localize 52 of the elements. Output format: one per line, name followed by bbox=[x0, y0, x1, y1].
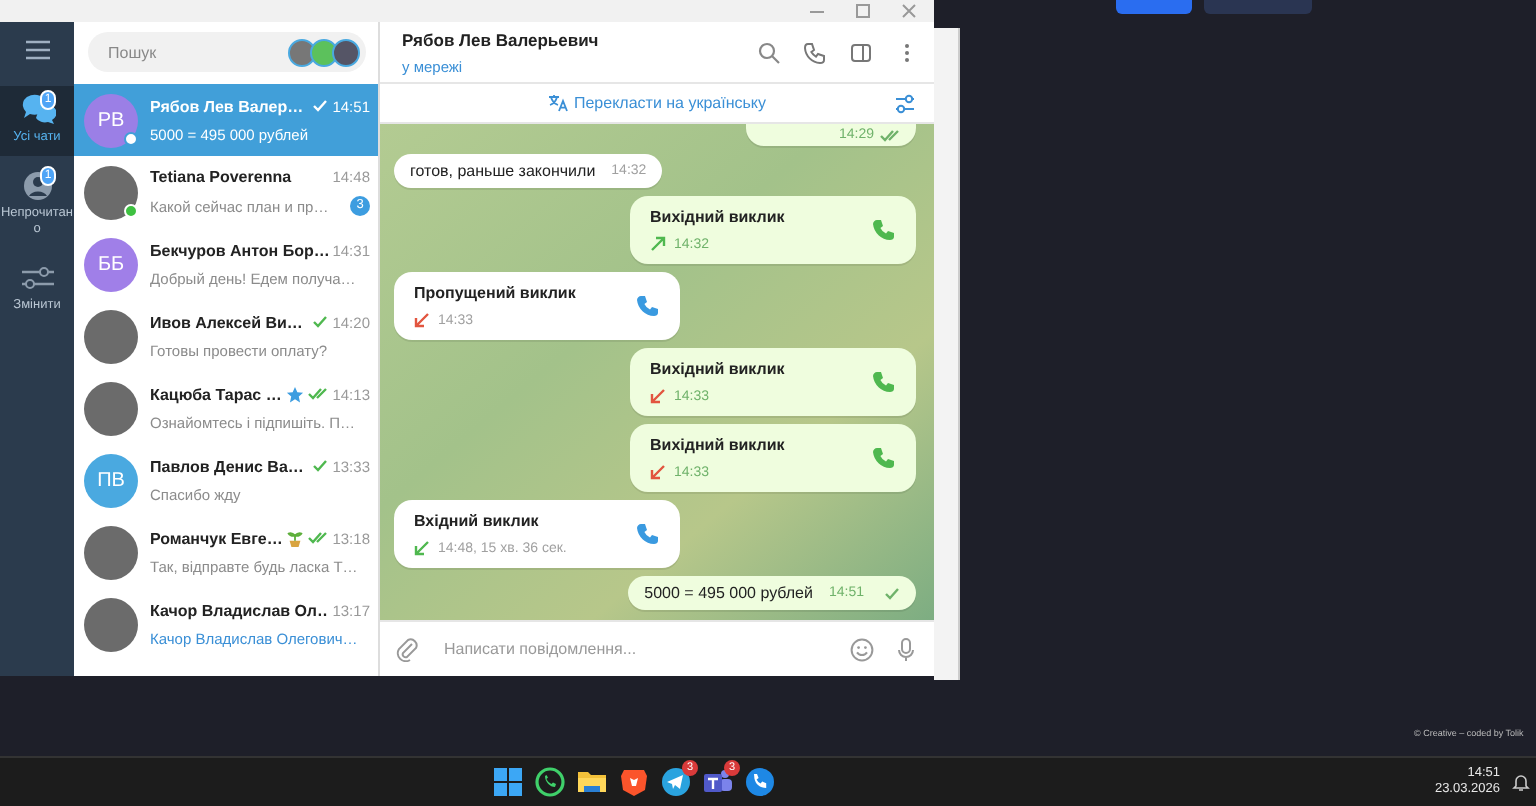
phone-icon[interactable] bbox=[804, 41, 826, 63]
chat-name: Качор Владислав Ол… bbox=[150, 601, 329, 619]
maximize-icon[interactable] bbox=[854, 2, 872, 20]
sliders-icon bbox=[19, 262, 55, 294]
notification-bell-icon[interactable] bbox=[1512, 773, 1530, 791]
stories-avatars-icon[interactable] bbox=[288, 37, 360, 67]
taskbar-app[interactable] bbox=[744, 766, 776, 798]
chat-name: Романчук Евге… bbox=[150, 529, 283, 547]
avatar: ББ bbox=[84, 237, 138, 291]
phone-icon[interactable] bbox=[636, 522, 660, 546]
avatar-photo-placeholder bbox=[84, 381, 138, 435]
menu-icon[interactable] bbox=[25, 40, 49, 60]
message-input[interactable]: Написати повідомлення... bbox=[440, 638, 830, 660]
paperclip-icon[interactable] bbox=[396, 637, 420, 661]
chat-name: Павлов Денис Ва… bbox=[150, 457, 305, 475]
team-app-icon bbox=[702, 766, 734, 798]
call-title: Вихідний виклик bbox=[650, 208, 785, 226]
call-title: Вхідний виклик bbox=[414, 512, 541, 530]
emoji-icon[interactable] bbox=[850, 637, 874, 661]
avatar: ПВ bbox=[84, 453, 138, 507]
phone-icon[interactable] bbox=[636, 294, 660, 318]
avatar-photo-placeholder bbox=[84, 309, 138, 363]
chat-name: Рябов Лев Валер… bbox=[150, 97, 305, 115]
microphone-icon[interactable] bbox=[894, 637, 918, 661]
search-icon[interactable] bbox=[758, 41, 780, 63]
translate-icon bbox=[547, 94, 568, 112]
paper-plane-app-icon bbox=[660, 766, 692, 798]
phone-icon[interactable] bbox=[872, 370, 896, 394]
phone-app-icon bbox=[744, 766, 776, 798]
chat-name: Бекчуров Антон Бор… bbox=[150, 241, 329, 259]
taskbar-app[interactable] bbox=[492, 766, 524, 798]
call-title: Вихідний виклик bbox=[650, 436, 785, 454]
chat-name: Кацюба Тарас … bbox=[150, 385, 283, 403]
contact-name: Рябов Лев Валерьевич bbox=[402, 29, 601, 49]
call-title: Пропущений виклик bbox=[414, 284, 576, 302]
folder-icon bbox=[576, 766, 608, 798]
call-title: Вихідний виклик bbox=[650, 360, 785, 378]
taskbar-app[interactable] bbox=[576, 766, 608, 798]
sidebar-toggle-icon[interactable] bbox=[850, 41, 872, 63]
message-text: готов, раньше закончили bbox=[410, 162, 596, 180]
avatar-photo-placeholder bbox=[84, 525, 138, 579]
chat-name: Tetiana Poverenna bbox=[150, 168, 294, 186]
avatar-photo-placeholder bbox=[84, 597, 138, 651]
phone-icon[interactable] bbox=[872, 218, 896, 242]
phone-icon[interactable] bbox=[872, 446, 896, 470]
windows-start-icon bbox=[492, 766, 524, 798]
translate-button[interactable]: Перекласти на українську bbox=[543, 90, 771, 116]
avatar: РВ bbox=[84, 93, 138, 147]
close-icon[interactable] bbox=[900, 2, 918, 20]
chat-name: Ивов Алексей Ви… bbox=[150, 313, 305, 331]
message-text: 5000 = 495 000 рублей bbox=[644, 584, 813, 602]
filter-settings-icon[interactable] bbox=[894, 94, 916, 114]
